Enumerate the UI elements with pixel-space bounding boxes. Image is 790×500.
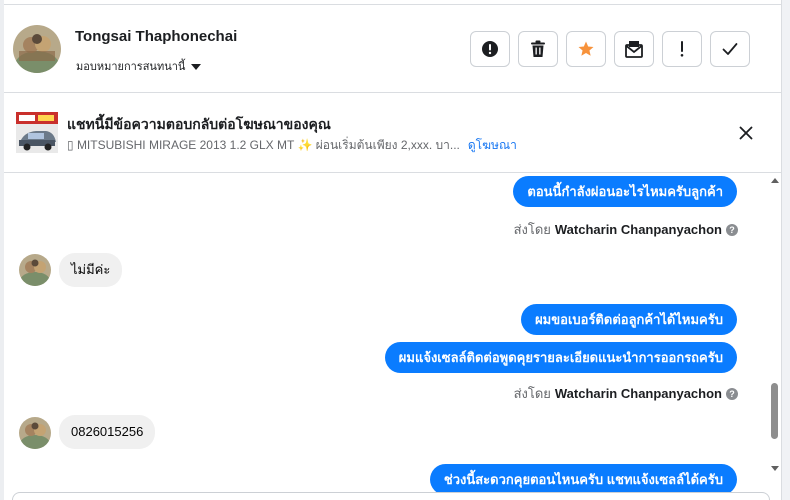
delete-button[interactable] [518,31,558,67]
thread-scrollbar[interactable] [769,174,781,480]
mail-unread-icon [625,41,643,58]
incoming-message[interactable]: 0826015256 [59,415,156,449]
conversation-header: Tongsai Thaphonechai มอบหมายการสนทนานี้ [4,4,781,93]
sent-by-prefix: ส่งโดย [513,386,551,401]
assign-conversation-dropdown[interactable]: มอบหมายการสนทนานี้ [76,57,202,75]
scroll-up-arrow-icon[interactable] [771,178,779,183]
follow-up-button[interactable] [662,31,702,67]
caret-down-icon [191,63,202,70]
exclamation-icon [680,41,684,57]
view-ad-link[interactable]: ดูโฆษณา [468,136,517,155]
conversation-actions [470,31,750,67]
outgoing-message[interactable]: ผมแจ้งเซลล์ติดต่อพูดคุยรายละเอียดแนะนำกา… [384,342,737,373]
contact-name[interactable]: Tongsai Thaphonechai [75,28,237,45]
mark-unread-button[interactable] [614,31,654,67]
close-banner-button[interactable] [734,121,758,145]
scrollbar-thumb[interactable] [771,383,778,439]
check-icon [722,43,738,55]
contact-avatar-small [19,254,51,286]
assign-label: มอบหมายการสนทนานี้ [76,61,186,73]
outgoing-message[interactable]: ตอนนี้กำลังผ่อนอะไรไหมครับลูกค้า [513,176,737,207]
mark-done-button[interactable] [710,31,750,67]
outgoing-message[interactable]: ช่วงนี้สะดวกคุยตอนไหนครับ แชทแจ้งเซลล์ได… [429,464,737,492]
mark-spam-button[interactable] [470,31,510,67]
sent-by-label: ส่งโดย Watcharin Chanpanyachon ? [514,219,738,240]
contact-avatar[interactable] [13,25,61,73]
star-button[interactable] [566,31,606,67]
ad-reply-banner: แชทนี้มีข้อความตอบกลับต่อโฆษณาของคุณ ▯ M… [4,93,781,173]
help-icon[interactable]: ? [726,387,738,400]
scroll-down-arrow-icon[interactable] [771,466,779,471]
outgoing-message[interactable]: ผมขอเบอร์ติดต่อลูกค้าได้ไหมครับ [521,304,737,335]
ad-description: ▯ MITSUBISHI MIRAGE 2013 1.2 GLX MT ✨ ผ่… [67,138,460,152]
message-composer[interactable] [12,492,770,500]
close-icon [739,126,753,140]
ad-banner-subtitle: ▯ MITSUBISHI MIRAGE 2013 1.2 GLX MT ✨ ผ่… [67,136,517,155]
window-frame-right [781,0,790,500]
help-icon[interactable]: ? [726,223,738,236]
sender-name: Watcharin Chanpanyachon [554,386,722,401]
ad-banner-title: แชทนี้มีข้อความตอบกลับต่อโฆษณาของคุณ [67,116,331,132]
incoming-message[interactable]: ไม่มีค่ะ [59,253,123,287]
alert-circle-icon [482,41,498,57]
sent-by-label: ส่งโดย Watcharin Chanpanyachon ? [514,383,738,404]
star-icon [578,41,594,56]
trash-icon [531,40,545,57]
sent-by-prefix: ส่งโดย [513,222,551,237]
sender-name: Watcharin Chanpanyachon [554,222,722,237]
ad-thumbnail[interactable] [16,112,58,153]
message-thread[interactable]: ตอนนี้กำลังผ่อนอะไรไหมครับลูกค้า ส่งโดย … [4,174,769,492]
contact-avatar-small [19,417,51,449]
